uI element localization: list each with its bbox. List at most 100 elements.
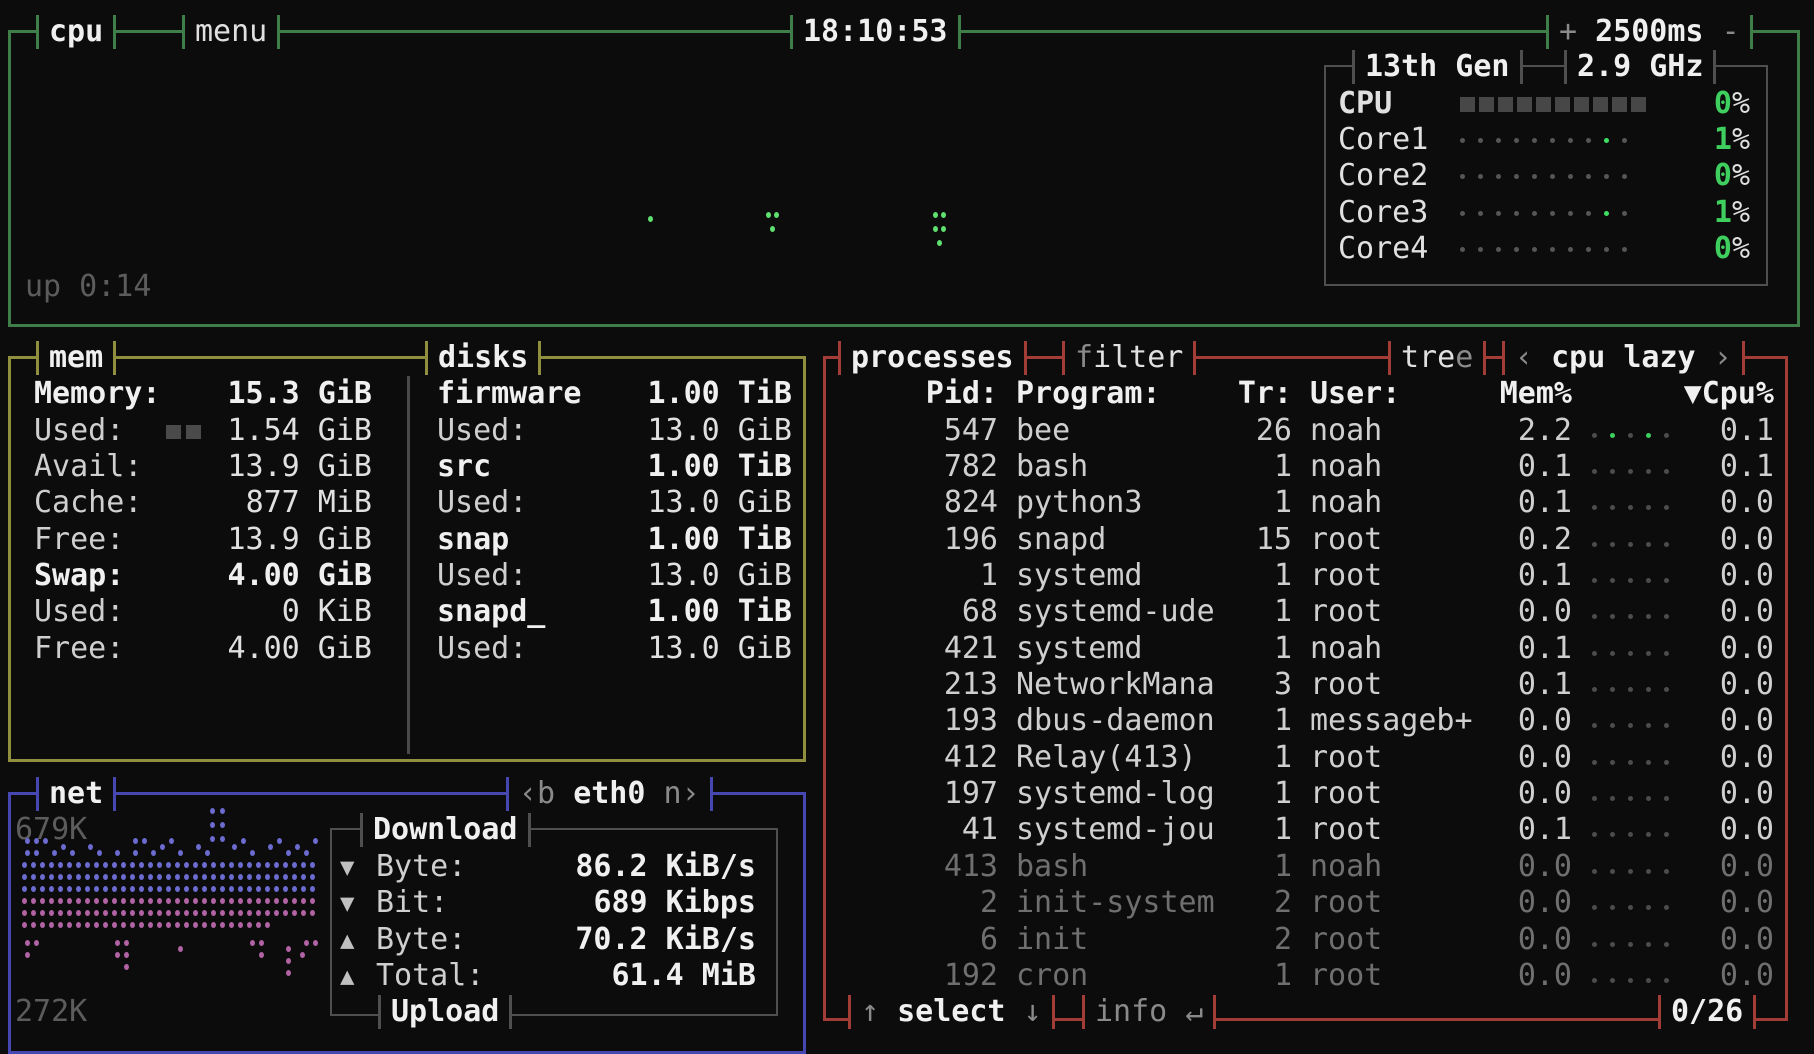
- upload-graph-dot: [193, 898, 198, 904]
- mem-panel-title[interactable]: mem: [36, 341, 116, 375]
- process-cpu-spark-dot: [1592, 796, 1597, 801]
- system-monitor-screen: cpu menu 18:10:53 + 2500ms - up 0:14 13t…: [0, 0, 1814, 1054]
- cpu-graph-dot: [766, 212, 771, 218]
- filter-button[interactable]: filter: [1062, 341, 1196, 375]
- process-row[interactable]: 196snapd15root0.20.0: [823, 522, 1781, 558]
- process-row[interactable]: 193dbus-daemon1messageb+0.00.0: [823, 703, 1781, 739]
- download-graph-dot: [175, 874, 180, 880]
- sort-next-button[interactable]: ›: [1696, 341, 1732, 375]
- process-threads: 1: [1143, 449, 1292, 485]
- download-graph-dot: [34, 838, 39, 844]
- process-row[interactable]: 413bash1noah0.00.0: [823, 849, 1781, 885]
- process-pid: 68: [853, 594, 998, 630]
- process-cpu-spark-dot: [1646, 469, 1651, 474]
- process-row[interactable]: 213NetworkMana3root0.10.0: [823, 667, 1781, 703]
- select-control[interactable]: ↑ select ↓: [848, 995, 1055, 1029]
- col-pid[interactable]: Pid:: [853, 376, 998, 412]
- download-graph-dot: [121, 874, 126, 880]
- info-control[interactable]: info ↵: [1082, 995, 1216, 1029]
- process-pid: 1: [853, 558, 998, 594]
- process-row[interactable]: 421systemd1noah0.10.0: [823, 631, 1781, 667]
- download-graph-dot: [193, 874, 198, 880]
- process-row[interactable]: 412Relay(413)1root0.00.0: [823, 740, 1781, 776]
- process-row[interactable]: 824python31noah0.10.0: [823, 485, 1781, 521]
- process-cpu-spark-dot: [1628, 905, 1633, 910]
- processes-panel-title[interactable]: processes: [838, 341, 1027, 375]
- usage-dot: [1478, 174, 1483, 179]
- cpu-stat-percent: 0%: [1714, 86, 1750, 122]
- download-graph-dot: [304, 850, 309, 856]
- process-threads: 2: [1143, 885, 1292, 921]
- disks-panel-title[interactable]: disks: [425, 341, 541, 375]
- col-mem[interactable]: Mem%: [1443, 376, 1572, 412]
- iface-next-button[interactable]: n›: [664, 777, 700, 811]
- upload-graph-dot: [148, 898, 153, 904]
- process-row[interactable]: 197systemd-log1root0.00.0: [823, 776, 1781, 812]
- process-cpu-spark-dot: [1592, 687, 1597, 692]
- process-row[interactable]: 2init-system2root0.00.0: [823, 885, 1781, 921]
- download-graph-dot: [238, 862, 243, 868]
- tree-button[interactable]: tree: [1388, 341, 1486, 375]
- disk-row-value: 1.00 TiB: [599, 594, 792, 630]
- tab-cpu[interactable]: cpu: [36, 15, 116, 49]
- mem-row-value: 13.9 GiB: [178, 449, 372, 485]
- refresh-plus-button[interactable]: +: [1559, 15, 1577, 49]
- process-row[interactable]: 782bash1noah0.10.1: [823, 449, 1781, 485]
- process-row[interactable]: 68systemd-ude1root0.00.0: [823, 594, 1781, 630]
- disk-row-value: 13.0 GiB: [599, 485, 792, 521]
- process-mem-percent: 0.1: [1463, 631, 1572, 667]
- usage-dot: [1568, 247, 1573, 252]
- info-label: info: [1095, 995, 1185, 1029]
- process-row[interactable]: 192cron1root0.00.0: [823, 958, 1781, 994]
- process-cpu-spark-dot: [1592, 433, 1597, 438]
- usage-dot: [1550, 174, 1555, 179]
- iface-prev-button[interactable]: ‹b: [519, 777, 555, 811]
- process-row[interactable]: 41systemd-jou1root0.10.0: [823, 812, 1781, 848]
- usage-dot: [1460, 211, 1465, 216]
- process-pid: 193: [853, 703, 998, 739]
- process-cpu-spark-dot: [1592, 760, 1597, 765]
- core-usage-dots: [1460, 195, 1640, 231]
- download-graph-dot: [238, 886, 243, 892]
- process-row[interactable]: 6init2root0.00.0: [823, 922, 1781, 958]
- download-graph-dot: [121, 862, 126, 868]
- upload-graph-dot: [250, 940, 255, 946]
- net-panel-title[interactable]: net: [36, 777, 116, 811]
- disk-row: snap1.00 TiB: [429, 522, 792, 558]
- process-cpu-spark-dot: [1628, 469, 1633, 474]
- net-stat-row: ▼Bit:689 Kibps: [336, 885, 760, 921]
- download-graph-dot: [274, 874, 279, 880]
- usage-dot: [1622, 247, 1627, 252]
- col-user[interactable]: User:: [1310, 376, 1400, 412]
- refresh-minus-button[interactable]: -: [1722, 15, 1740, 49]
- sort-prev-button[interactable]: ‹: [1515, 341, 1551, 375]
- col-cpu-sorted[interactable]: ▼Cpu%: [1663, 376, 1774, 412]
- process-cpu-percent: 0.0: [1679, 558, 1774, 594]
- download-graph-dot: [49, 862, 54, 868]
- process-row[interactable]: 1systemd1root0.10.0: [823, 558, 1781, 594]
- usage-dot: [1586, 174, 1591, 179]
- process-user: root: [1310, 594, 1382, 630]
- download-graph-dot: [292, 886, 297, 892]
- process-cpu-percent: 0.0: [1679, 485, 1774, 521]
- download-graph-dot: [238, 874, 243, 880]
- download-graph-dot: [103, 862, 108, 868]
- tab-menu[interactable]: menu: [182, 15, 280, 49]
- upload-graph-dot: [265, 922, 270, 928]
- mem-row-label: Swap:: [34, 558, 124, 594]
- upload-graph-dot: [112, 910, 117, 916]
- filter-hotkey: f: [1075, 341, 1093, 375]
- process-cpu-spark-dot: [1592, 505, 1597, 510]
- col-program[interactable]: Program:: [1016, 376, 1161, 412]
- process-row[interactable]: 547bee26noah2.20.1: [823, 413, 1781, 449]
- upload-graph-dot: [112, 898, 117, 904]
- upload-graph-dot: [283, 910, 288, 916]
- download-arrow-icon: ▼: [340, 849, 354, 885]
- download-graph-dot: [76, 862, 81, 868]
- download-graph-dot: [94, 886, 99, 892]
- upload-graph-dot: [94, 922, 99, 928]
- download-graph-dot: [121, 886, 126, 892]
- col-threads[interactable]: Tr:: [1143, 376, 1292, 412]
- process-cpu-spark-dot: [1610, 942, 1615, 947]
- download-graph-dot: [49, 886, 54, 892]
